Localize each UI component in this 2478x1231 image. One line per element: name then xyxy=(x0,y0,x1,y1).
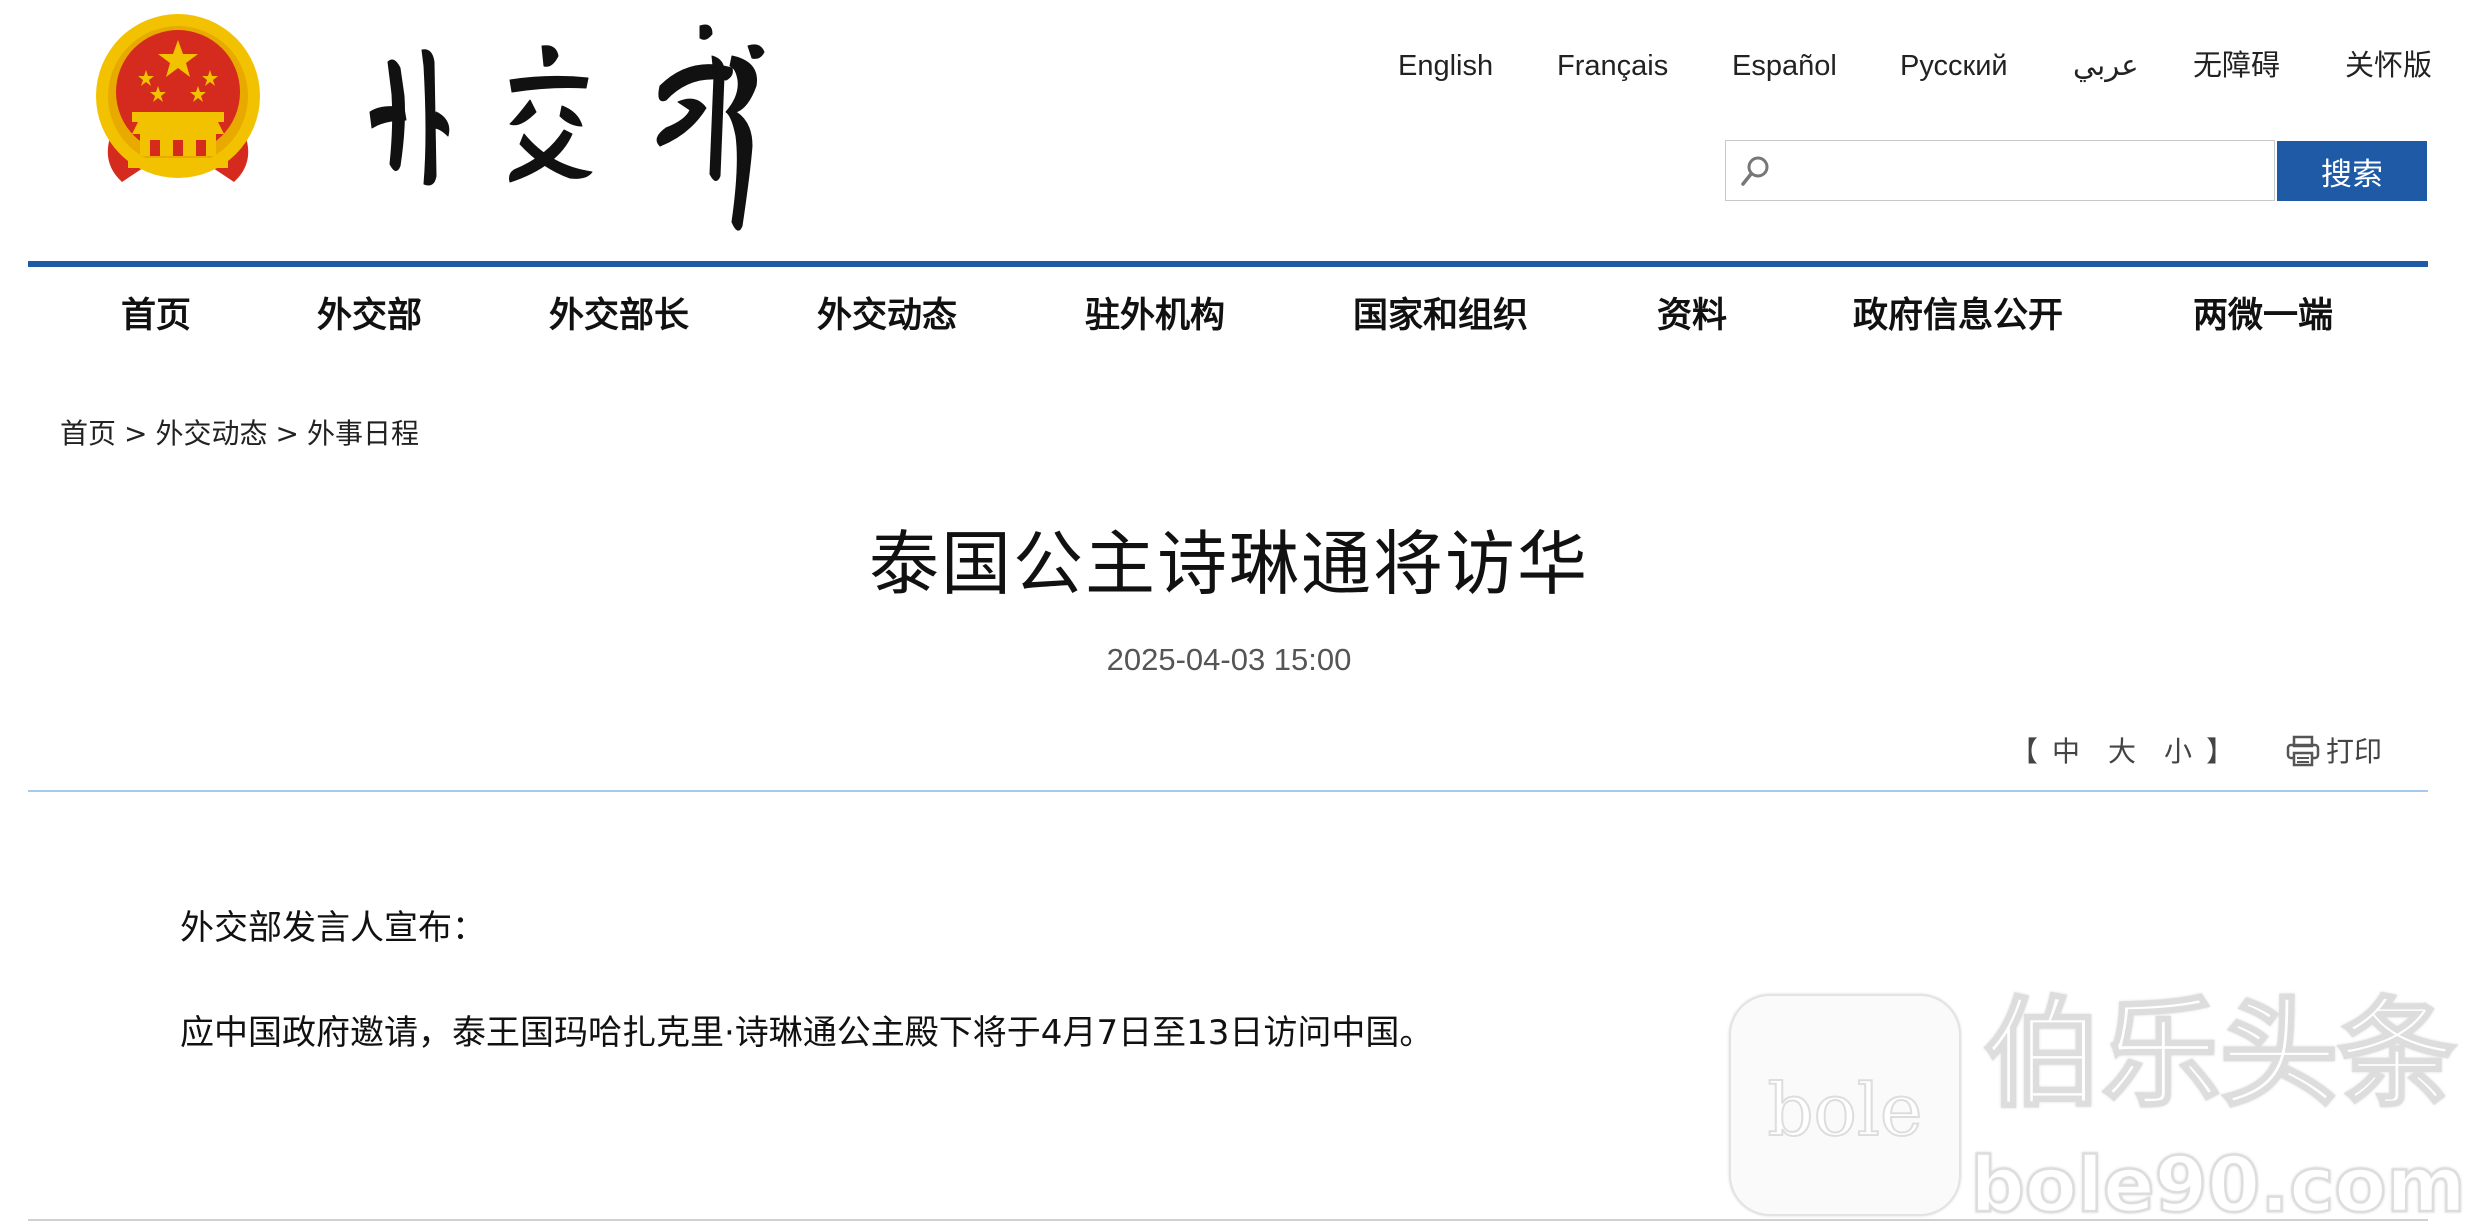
bracket-close: 】 xyxy=(2206,735,2235,768)
nav-item-ministry[interactable]: 外交部 xyxy=(317,286,422,346)
font-size-small-button[interactable]: 小 xyxy=(2164,735,2192,768)
article-date: 2025-04-03 15:00 xyxy=(1106,642,1352,677)
print-button[interactable]: 打印 xyxy=(2286,730,2382,770)
breadcrumb-diplomatic-news-link[interactable]: 外交动态 xyxy=(155,417,267,450)
lang-french-link[interactable]: Français xyxy=(1557,46,1668,86)
svg-text:bole: bole xyxy=(1767,1068,1922,1152)
lang-spanish-link[interactable]: Español xyxy=(1732,46,1837,86)
article-title: 泰国公主诗琳通将访华 xyxy=(869,523,1589,605)
nav-item-government-info[interactable]: 政府信息公开 xyxy=(1853,286,2063,346)
nav-item-weibo-wechat-app[interactable]: 两微一端 xyxy=(2193,286,2333,346)
accessibility-link[interactable]: 无障碍 xyxy=(2193,46,2280,86)
breadcrumb-separator: > xyxy=(124,417,148,450)
breadcrumb-separator: > xyxy=(275,417,299,450)
search-input[interactable] xyxy=(1782,145,2266,197)
national-emblem-icon[interactable] xyxy=(92,12,264,190)
nav-top-rule xyxy=(28,261,2428,267)
print-label: 打印 xyxy=(2326,735,2383,768)
nav-item-resources[interactable]: 资料 xyxy=(1657,286,1727,346)
bole-watermark-logo: bole 伯乐头条 bole90.com xyxy=(1720,984,2478,1230)
breadcrumb-schedule-link[interactable]: 外事日程 xyxy=(307,417,419,450)
lang-russian-link[interactable]: Русский xyxy=(1900,46,2008,86)
main-nav: 首页 外交部 外交部长 外交动态 驻外机构 国家和组织 资料 政府信息公开 两微… xyxy=(0,286,2478,346)
nav-item-diplomatic-news[interactable]: 外交动态 xyxy=(817,286,957,346)
language-bar: English Français Español Русский عربي 无障… xyxy=(1380,46,2432,86)
search-button[interactable]: 搜索 xyxy=(2277,141,2427,201)
search-icon xyxy=(1738,153,1774,189)
breadcrumb-home-link[interactable]: 首页 xyxy=(60,417,116,450)
article-paragraph: 应中国政府邀请，泰王国玛哈扎克里·诗琳通公主殿下将于4月7日至13日访问中国。 xyxy=(180,1013,1434,1053)
printer-icon xyxy=(2286,735,2320,767)
lang-arabic-link[interactable]: عربي xyxy=(2073,46,2139,86)
lang-english-link[interactable]: English xyxy=(1398,46,1493,86)
nav-item-countries-organizations[interactable]: 国家和组织 xyxy=(1353,286,1528,346)
elderly-care-version-link[interactable]: 关怀版 xyxy=(2345,46,2432,86)
font-size-controls: 【中大小】 xyxy=(2010,730,2234,770)
svg-text:伯乐头条: 伯乐头条 xyxy=(1984,985,2456,1123)
article-paragraph: 外交部发言人宣布： xyxy=(180,908,486,948)
font-size-large-button[interactable]: 大 xyxy=(2108,735,2136,768)
nav-item-missions-abroad[interactable]: 驻外机构 xyxy=(1085,286,1225,346)
search-box xyxy=(1725,140,2275,201)
bracket-open: 【 xyxy=(2010,735,2039,768)
ministry-calligraphy-logo[interactable] xyxy=(360,16,800,238)
nav-item-home[interactable]: 首页 xyxy=(121,286,191,346)
breadcrumb: 首页 > 外交动态 > 外事日程 xyxy=(60,412,419,452)
nav-item-minister[interactable]: 外交部长 xyxy=(549,286,689,346)
svg-text:bole90.com: bole90.com xyxy=(1970,1140,2465,1226)
content-divider xyxy=(28,790,2428,792)
font-size-medium-button[interactable]: 中 xyxy=(2052,735,2080,768)
